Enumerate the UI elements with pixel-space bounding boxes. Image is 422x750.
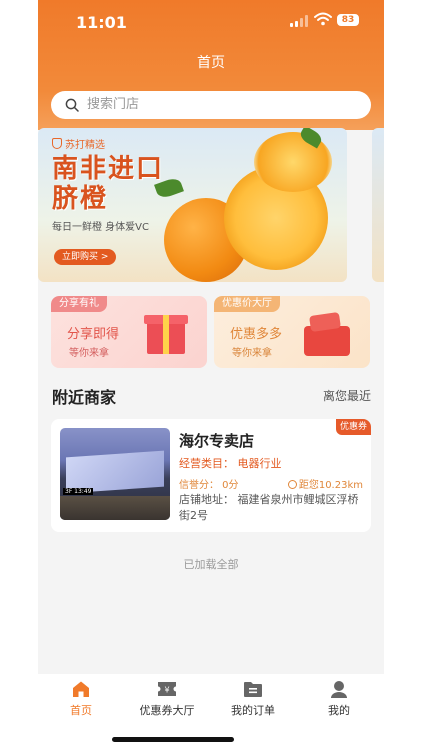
coupon-icon: ¥ (158, 682, 176, 696)
next-banner-peek[interactable] (372, 128, 384, 282)
store-distance: 距您10.23km (287, 476, 363, 491)
share-promo-subtitle: 等你来拿 (69, 348, 109, 359)
tab-profile-label: 我的 (328, 704, 350, 717)
buy-now-button[interactable]: 立即购买 > (54, 249, 117, 265)
sort-nearest-button[interactable]: 离您最近 (323, 387, 371, 404)
store-address: 店铺地址： 福建省泉州市鲤城区浮桥街2号 (179, 493, 359, 522)
search-input[interactable]: 搜索门店 (51, 91, 371, 119)
coupon-badge: 优惠券 (335, 419, 371, 435)
coupon-hall-promo-title: 优惠多多 (230, 327, 283, 342)
location-icon (287, 480, 297, 489)
tab-coupon-hall[interactable]: ¥ 优惠券大厅 (124, 680, 210, 718)
store-thumbnail: 3F 13:49 (60, 428, 170, 520)
promo-banner[interactable]: 苏打精选 南非进口 脐橙 每日一鲜橙 身体爱VC 立即购买 > (38, 128, 347, 282)
app-screen: 11:01 83 首页 搜索门店 苏打精选 南非进口 脐橙 每日一鲜橙 身体爱V… (38, 0, 384, 750)
status-bar: 11:01 83 (38, 0, 384, 44)
store-rating: 信誉分： 0分 (179, 480, 239, 491)
share-promo-tag: 分享有礼 (51, 296, 107, 312)
coupon-hall-promo-tag: 优惠价大厅 (214, 296, 280, 312)
coupon-hall-promo-card[interactable]: 优惠价大厅 优惠多多 等你来拿 (214, 296, 370, 368)
gift-box-icon (144, 315, 188, 354)
orders-icon (244, 682, 262, 697)
store-name: 海尔专卖店 (179, 432, 255, 450)
floor-image (60, 496, 170, 520)
banner-brand: 苏打精选 (52, 136, 105, 151)
profile-icon (331, 681, 347, 698)
store-distance-label: 距您10.23km (298, 480, 363, 491)
store-category: 经营类目： 电器行业 (179, 457, 282, 470)
banner-slogan: 每日一鲜橙 身体爱VC (52, 222, 150, 233)
banner-headline-line2: 脐橙 (52, 184, 109, 214)
tab-orders-label: 我的订单 (231, 704, 275, 717)
tab-orders[interactable]: 我的订单 (210, 680, 296, 718)
nearby-section-title: 附近商家 (52, 388, 117, 407)
coupon-hall-promo-subtitle: 等你来拿 (232, 348, 272, 359)
page-title: 首页 (197, 55, 225, 71)
tv-screen-image (66, 450, 164, 494)
home-icon (73, 681, 89, 697)
banner-brand-label: 苏打精选 (65, 140, 105, 151)
tab-coupon-hall-label: 优惠券大厅 (139, 704, 195, 717)
red-envelope-icon (304, 326, 350, 356)
tab-profile[interactable]: 我的 (296, 680, 382, 718)
thumbnail-tag: 3F 13:49 (63, 488, 94, 495)
share-promo-title: 分享即得 (67, 327, 120, 342)
search-icon (65, 98, 79, 112)
list-end-text: 已加载全部 (183, 558, 239, 571)
share-promo-card[interactable]: 分享有礼 分享即得 等你来拿 (51, 296, 207, 368)
banner-headline: 南非进口 脐橙 (52, 154, 164, 214)
tab-home-label: 首页 (70, 704, 92, 717)
wifi-icon (314, 12, 332, 26)
home-indicator (112, 737, 234, 742)
battery-icon: 83 (337, 14, 359, 26)
store-card[interactable]: 优惠券 3F 13:49 海尔专卖店 经营类目： 电器行业 信誉分： 0分 距您… (51, 419, 371, 532)
shield-icon (52, 138, 62, 149)
banner-headline-line1: 南非进口 (52, 154, 165, 184)
svg-text:¥: ¥ (164, 686, 169, 695)
status-time: 11:01 (76, 13, 127, 32)
tab-home[interactable]: 首页 (38, 680, 124, 718)
signal-icon (290, 15, 308, 27)
